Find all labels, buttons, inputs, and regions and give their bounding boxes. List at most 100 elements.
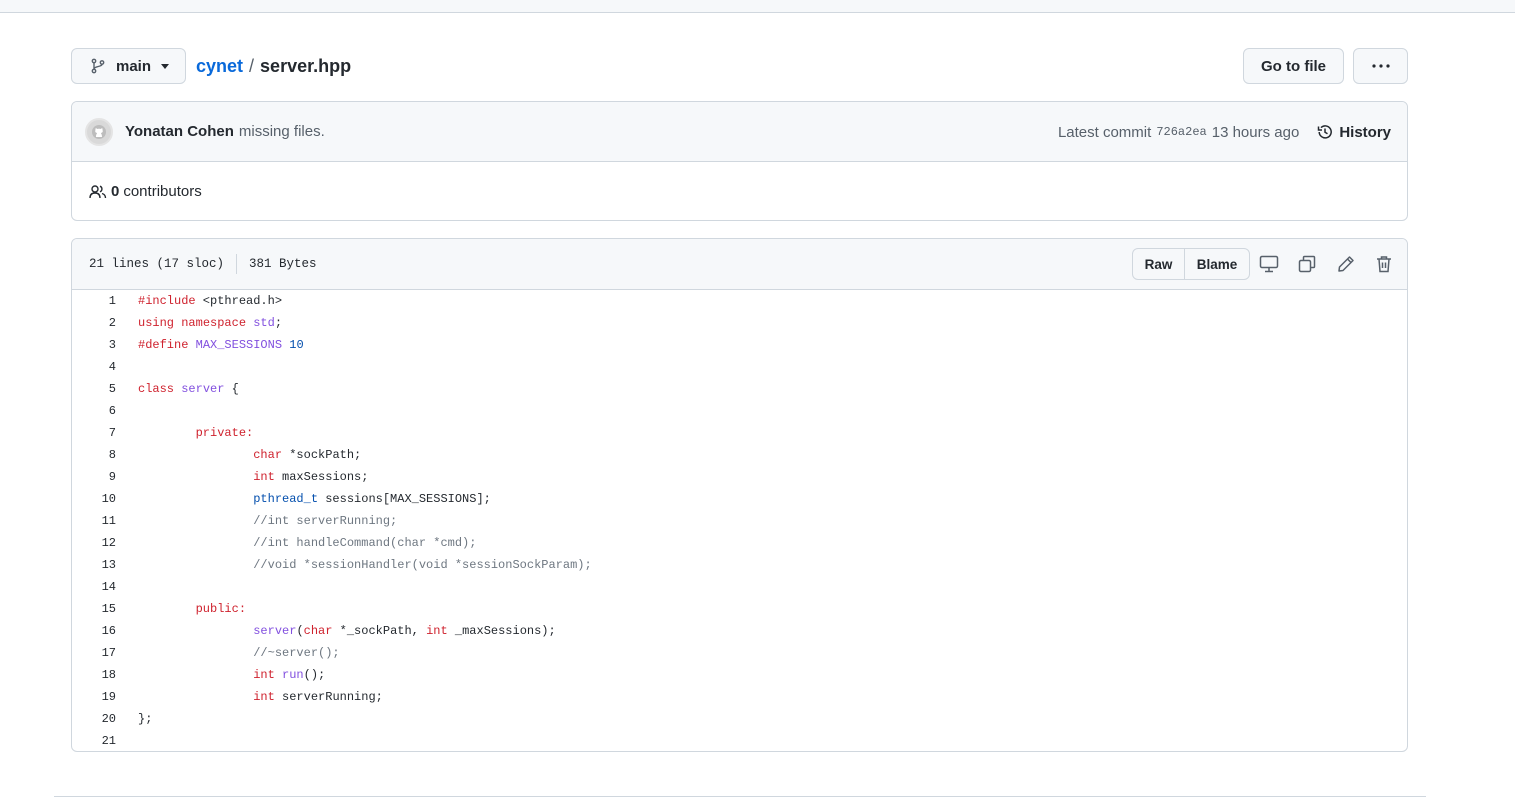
github-mark-icon xyxy=(92,124,106,139)
trash-icon[interactable] xyxy=(1373,253,1395,275)
commit-sha-link[interactable]: 726a2ea xyxy=(1156,125,1206,139)
line-number[interactable]: 5 xyxy=(72,382,116,396)
code-token: int xyxy=(253,690,275,704)
history-label: History xyxy=(1339,123,1391,141)
line-number[interactable]: 3 xyxy=(72,338,116,352)
code-token: pthread_t xyxy=(253,492,319,506)
line-number[interactable]: 16 xyxy=(72,624,116,638)
branch-name: main xyxy=(116,57,152,75)
footer-divider xyxy=(54,796,1426,797)
code-token: serverRunning; xyxy=(274,690,383,704)
code-line: 7 private: xyxy=(72,422,1407,444)
code-token: class xyxy=(138,382,175,396)
kebab-horizontal-icon xyxy=(1371,64,1390,68)
branch-selector-button[interactable]: main xyxy=(71,48,186,84)
line-number[interactable]: 8 xyxy=(72,448,116,462)
line-number[interactable]: 14 xyxy=(72,580,116,594)
code-token: server xyxy=(253,624,297,638)
code-line: 14 xyxy=(72,576,1407,598)
code-line: 20}; xyxy=(72,708,1407,730)
code-line: 1 #include <pthread.h> xyxy=(72,290,1407,312)
blame-button[interactable]: Blame xyxy=(1185,249,1249,279)
line-number[interactable]: 19 xyxy=(72,690,116,704)
line-number[interactable]: 1 xyxy=(72,294,116,308)
line-number[interactable]: 9 xyxy=(72,470,116,484)
line-number[interactable]: 20 xyxy=(72,712,116,726)
code-token: char xyxy=(253,448,283,462)
raw-button[interactable]: Raw xyxy=(1133,249,1185,279)
line-number[interactable]: 18 xyxy=(72,668,116,682)
code-token: #include xyxy=(138,294,196,308)
code-token: 10 xyxy=(289,338,304,352)
code-line: 4 xyxy=(72,356,1407,378)
code-token: *_sockPath, xyxy=(332,624,427,638)
commit-author[interactable]: Yonatan Cohen xyxy=(125,123,234,140)
code-line: 8 char *sockPath; xyxy=(72,444,1407,466)
code-text: private: xyxy=(116,426,254,440)
code-text: }; xyxy=(116,712,152,726)
go-to-file-button[interactable]: Go to file xyxy=(1243,48,1344,84)
code-line: 11 //int serverRunning; xyxy=(72,510,1407,532)
code-text: pthread_t sessions[MAX_SESSIONS]; xyxy=(116,492,491,506)
code-token: ; xyxy=(274,316,283,330)
code-text: //~server(); xyxy=(116,646,340,660)
code-token: { xyxy=(224,382,239,396)
line-number[interactable]: 17 xyxy=(72,646,116,660)
file-viewer: 21 lines (17 sloc) 381 Bytes Raw Blame 1… xyxy=(71,238,1408,752)
avatar[interactable] xyxy=(85,117,113,146)
code-token: //int serverRunning; xyxy=(253,514,398,528)
code-text: int run(); xyxy=(116,668,325,682)
code-token: *sockPath; xyxy=(282,448,362,462)
latest-commit-label: Latest commit xyxy=(1057,123,1152,141)
line-number[interactable]: 13 xyxy=(72,558,116,572)
code-token: }; xyxy=(138,712,153,726)
people-icon xyxy=(89,184,107,200)
line-number[interactable]: 2 xyxy=(72,316,116,330)
more-options-button[interactable] xyxy=(1353,48,1408,84)
code-line: 9 int maxSessions; xyxy=(72,466,1407,488)
code-token: namespace xyxy=(181,316,247,330)
contributors-row[interactable]: 0 contributors xyxy=(72,162,1407,220)
code-token: sessions[MAX_SESSIONS]; xyxy=(318,492,491,506)
commit-time: 13 hours ago xyxy=(1211,123,1300,141)
breadcrumb-repo-link[interactable]: cynet xyxy=(196,56,243,77)
line-number[interactable]: 12 xyxy=(72,536,116,550)
code-text: char *sockPath; xyxy=(116,448,361,462)
code-line: 5 class server { xyxy=(72,378,1407,400)
commit-message[interactable]: missing files. xyxy=(239,123,325,140)
code-text: public: xyxy=(116,602,246,616)
code-token: (); xyxy=(303,668,326,682)
code-line: 17 //~server(); xyxy=(72,642,1407,664)
line-number[interactable]: 4 xyxy=(72,360,116,374)
line-number[interactable]: 15 xyxy=(72,602,116,616)
pencil-icon[interactable] xyxy=(1335,253,1357,275)
code-token: int xyxy=(253,470,275,484)
code-line: 2 using namespace std; xyxy=(72,312,1407,334)
line-number[interactable]: 6 xyxy=(72,404,116,418)
chevron-down-icon xyxy=(161,63,170,69)
code-listing[interactable]: 1 #include <pthread.h> 2 using namespace st… xyxy=(72,290,1407,751)
commit-info-box: Yonatan Cohen missing files. Latest comm… xyxy=(71,101,1408,221)
top-header-strip xyxy=(0,0,1515,13)
history-link[interactable]: History xyxy=(1316,123,1391,141)
code-token: <pthread.h> xyxy=(195,294,283,308)
line-number[interactable]: 21 xyxy=(72,734,116,748)
code-token: char xyxy=(303,624,333,638)
copy-icon[interactable] xyxy=(1296,253,1318,275)
code-token: //~server(); xyxy=(253,646,340,660)
code-token: private: xyxy=(195,426,254,440)
history-icon xyxy=(1316,123,1334,141)
desktop-icon[interactable] xyxy=(1258,253,1280,275)
code-token: maxSessions; xyxy=(274,470,369,484)
line-number[interactable]: 10 xyxy=(72,492,116,506)
line-number[interactable]: 7 xyxy=(72,426,116,440)
code-text: server(char *_sockPath, int _maxSessions… xyxy=(116,624,556,638)
line-number[interactable]: 11 xyxy=(72,514,116,528)
